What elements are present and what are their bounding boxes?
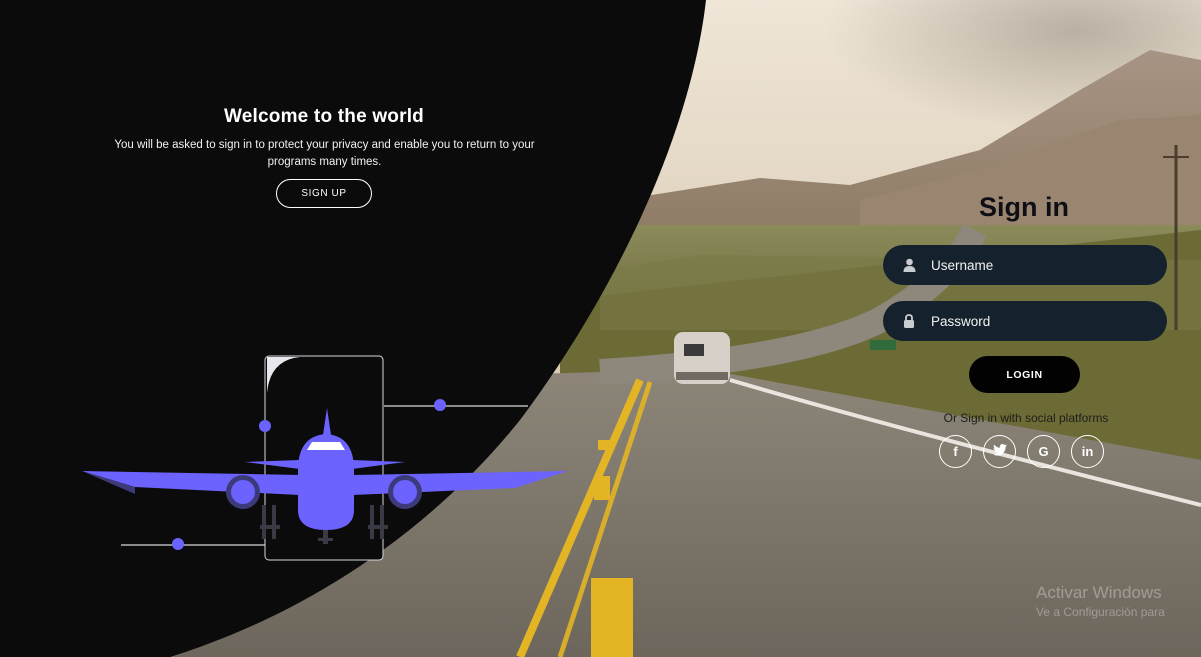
facebook-button[interactable]: f [939, 435, 972, 468]
welcome-description: You will be asked to sign in to protect … [114, 139, 535, 168]
sign-in-title: Sign in [979, 192, 1069, 222]
social-buttons: f G in [939, 435, 1104, 468]
google-button[interactable]: G [1027, 435, 1060, 468]
user-icon [901, 258, 917, 272]
google-icon: G [1038, 444, 1049, 459]
login-button[interactable]: LOGIN [969, 356, 1080, 393]
password-input[interactable] [929, 312, 1153, 330]
sign-up-button[interactable]: SIGN UP [276, 179, 372, 208]
watermark-line-2: Ve a Configuración para [1036, 605, 1165, 619]
linkedin-icon: in [1081, 444, 1094, 459]
welcome-panel: Welcome to the world You will be asked t… [0, 0, 700, 657]
watermark-line-1: Activar Windows [1036, 583, 1162, 602]
twitter-icon [992, 444, 1007, 459]
password-field[interactable] [883, 301, 1167, 341]
twitter-button[interactable] [983, 435, 1016, 468]
facebook-icon: f [953, 444, 958, 459]
windows-activation-watermark: Activar Windows Ve a Configuración para [1036, 583, 1165, 619]
username-input[interactable] [929, 256, 1153, 274]
social-signin-text: Or Sign in with social platforms [943, 411, 1109, 425]
welcome-title: Welcome to the world [223, 106, 424, 127]
username-field[interactable] [883, 245, 1167, 285]
lock-icon [901, 314, 917, 328]
linkedin-button[interactable]: in [1071, 435, 1104, 468]
